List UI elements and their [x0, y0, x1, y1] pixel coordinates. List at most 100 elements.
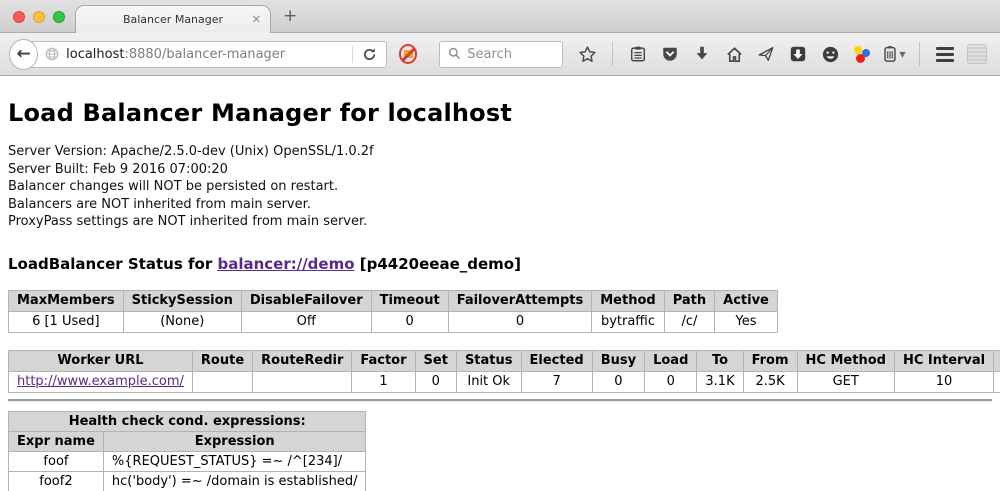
balancer-table-header-cell: Active: [715, 290, 778, 311]
server-info-line: ProxyPass settings are NOT inherited fro…: [8, 213, 992, 231]
downloads-icon[interactable]: [688, 41, 716, 67]
worker-table-cell: 0: [592, 371, 644, 392]
window-controls: [13, 11, 65, 23]
zoom-window-button[interactable]: [53, 11, 65, 23]
toolbar-separator: [612, 42, 613, 66]
server-info: Server Version: Apache/2.5.0-dev (Unix) …: [8, 143, 992, 231]
pocket-icon[interactable]: [656, 41, 684, 67]
balancer-heading-suffix: [p4420eeae_demo]: [355, 255, 521, 273]
health-table-data-row: foof2hc('body') =~ /domain is establishe…: [9, 471, 366, 491]
balancer-table-cell: 0: [448, 311, 592, 332]
page-content: Load Balancer Manager for localhost Serv…: [0, 76, 1000, 491]
worker-table-cell: [253, 371, 352, 392]
worker-table-cell: 1 (0): [994, 371, 1000, 392]
server-info-line: Balancer changes will NOT be persisted o…: [8, 178, 992, 196]
worker-table-data-row: http://www.example.com/10Init Ok7003.1K2…: [9, 371, 1000, 392]
balancer-link[interactable]: balancer://demo: [217, 255, 354, 273]
worker-table-header-cell: Set: [415, 350, 456, 371]
chevron-down-icon: ▼: [899, 50, 905, 59]
balancer-heading-prefix: LoadBalancer Status for: [8, 255, 217, 273]
worker-table-cell: 1: [352, 371, 415, 392]
tab-close-icon[interactable]: ✕: [252, 13, 261, 26]
health-table-title: Health check cond. expressions:: [9, 411, 366, 431]
balancer-table-header-cell: Timeout: [371, 290, 448, 311]
worker-table-header-row: Worker URLRouteRouteRedirFactorSetStatus…: [9, 350, 1000, 371]
worker-table-cell: 7: [521, 371, 592, 392]
balancer-table-cell: Off: [241, 311, 371, 332]
health-table-title-row: Health check cond. expressions:: [9, 411, 366, 431]
menu-hamburger-icon[interactable]: [931, 41, 959, 67]
worker-table-cell: 2.5K: [743, 371, 797, 392]
balancer-table-header-cell: Path: [664, 290, 714, 311]
worker-table-header-cell: Route: [192, 350, 252, 371]
worker-table-header-cell: From: [743, 350, 797, 371]
globe-icon: [45, 47, 59, 61]
server-info-line: Balancers are NOT inherited from main se…: [8, 196, 992, 214]
health-check-table: Health check cond. expressions: Expr nam…: [8, 411, 366, 491]
expr-name-cell: foof2: [9, 471, 104, 491]
url-text[interactable]: localhost:8880/balancer-manager: [66, 47, 351, 62]
feedback-smiley-icon[interactable]: [816, 41, 844, 67]
bookmarks-panel-icon[interactable]: [624, 41, 652, 67]
worker-table-cell: Init Ok: [456, 371, 521, 392]
url-bar[interactable]: localhost:8880/balancer-manager: [22, 41, 386, 68]
bookmark-star-icon[interactable]: [573, 41, 601, 67]
worker-url-cell: http://www.example.com/: [9, 371, 193, 392]
container-extension-icon[interactable]: ▼: [880, 41, 908, 67]
back-button[interactable]: ←: [9, 39, 38, 70]
worker-table-cell: GET: [797, 371, 894, 392]
expr-name-cell: foof: [9, 451, 104, 471]
expression-cell: hc('body') =~ /domain is established/: [103, 471, 366, 491]
worker-table-header-cell: HC Method: [797, 350, 894, 371]
worker-table-header-cell: Worker URL: [9, 350, 193, 371]
video-download-helper-icon[interactable]: [784, 41, 812, 67]
reload-button[interactable]: [353, 47, 386, 62]
worker-table-header-cell: Load: [645, 350, 697, 371]
balancer-table-data-row: 6 [1 Used](None)Off00bytraffic/c/Yes: [9, 311, 778, 332]
plugin-blocked-icon[interactable]: [399, 44, 418, 64]
worker-table-cell: 10: [894, 371, 993, 392]
search-icon: [448, 45, 461, 64]
balancer-table-header-cell: DisableFailover: [241, 290, 371, 311]
close-window-button[interactable]: [13, 11, 25, 23]
worker-table-header-cell: Elected: [521, 350, 592, 371]
balancer-table-header-cell: MaxMembers: [9, 290, 124, 311]
balancer-table-header-row: MaxMembersStickySessionDisableFailoverTi…: [9, 290, 778, 311]
colored-dots-extension-icon[interactable]: [848, 41, 876, 67]
worker-table-header-cell: HC Interval: [894, 350, 993, 371]
search-input[interactable]: [467, 47, 552, 62]
url-domain: localhost: [66, 47, 124, 62]
balancer-settings-table: MaxMembersStickySessionDisableFailoverTi…: [8, 290, 778, 333]
worker-table-header-cell: RouteRedir: [253, 350, 352, 371]
new-tab-button[interactable]: +: [283, 6, 297, 26]
browser-tab[interactable]: Balancer Manager ✕: [75, 5, 271, 33]
balancer-table-cell: bytraffic: [592, 311, 664, 332]
balancer-table-cell: /c/: [664, 311, 714, 332]
worker-table-cell: 3.1K: [697, 371, 743, 392]
divider: [8, 399, 992, 401]
navigation-toolbar: ← localhost:8880/balancer-manager: [0, 33, 1000, 76]
health-table-header-cell: Expression: [103, 431, 366, 451]
worker-table-header-cell: Factor: [352, 350, 415, 371]
worker-table-header-cell: Busy: [592, 350, 644, 371]
home-icon[interactable]: [720, 41, 748, 67]
send-tab-icon[interactable]: [752, 41, 780, 67]
health-table-header-row: Expr nameExpression: [9, 431, 366, 451]
health-table-header-cell: Expr name: [9, 431, 104, 451]
tab-title: Balancer Manager: [123, 13, 223, 26]
worker-table: Worker URLRouteRouteRedirFactorSetStatus…: [8, 350, 1000, 393]
balancer-table-header-cell: StickySession: [123, 290, 241, 311]
balancer-table-cell: 6 [1 Used]: [9, 311, 124, 332]
balancer-table-cell: (None): [123, 311, 241, 332]
worker-table-header-cell: To: [697, 350, 743, 371]
page-tiles-icon[interactable]: [963, 41, 991, 67]
server-info-line: Server Version: Apache/2.5.0-dev (Unix) …: [8, 143, 992, 161]
minimize-window-button[interactable]: [33, 11, 45, 23]
back-arrow-icon: ←: [16, 44, 30, 64]
tab-bar: Balancer Manager ✕ +: [0, 0, 1000, 33]
worker-url-link[interactable]: http://www.example.com/: [17, 374, 184, 389]
balancer-table-cell: 0: [371, 311, 448, 332]
search-box[interactable]: [439, 41, 563, 68]
url-path: :8880/balancer-manager: [124, 47, 285, 62]
server-info-line: Server Built: Feb 9 2016 07:00:20: [8, 161, 992, 179]
